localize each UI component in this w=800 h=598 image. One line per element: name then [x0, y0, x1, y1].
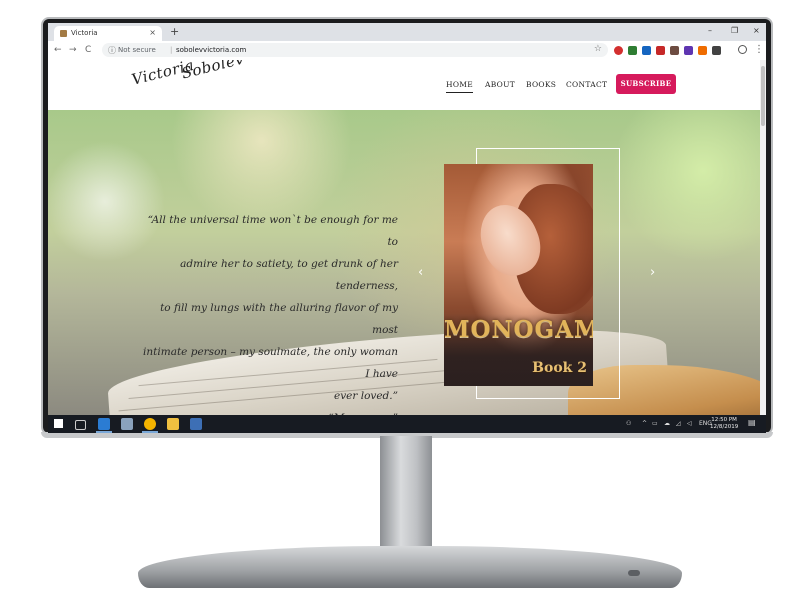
- active-indicator: [96, 431, 112, 433]
- vscode-icon[interactable]: [98, 418, 110, 430]
- extension-brown-icon[interactable]: [670, 46, 679, 55]
- browser-menu-icon[interactable]: ⋮: [754, 44, 764, 55]
- quote-line: to fill my lungs with the alluring flavo…: [160, 302, 398, 336]
- slider-prev-icon[interactable]: ‹: [418, 265, 423, 280]
- task-view-icon[interactable]: [75, 420, 86, 430]
- security-label: Not secure: [118, 46, 156, 54]
- info-icon[interactable]: ⓘ: [108, 45, 116, 56]
- page-scrollbar[interactable]: [760, 60, 766, 415]
- book-subtitle: Book 2: [532, 360, 587, 376]
- monitor-logo: [628, 570, 640, 576]
- quote-line: intimate person – my soulmate, the only …: [143, 346, 398, 380]
- screen: Victoria × + – ❐ × ← → C ⓘ Not secure | …: [48, 23, 766, 433]
- onedrive-icon[interactable]: ☁: [664, 420, 670, 427]
- close-window-button[interactable]: ×: [753, 26, 760, 35]
- browser-tab[interactable]: Victoria ×: [54, 26, 162, 41]
- windows-start-icon[interactable]: [54, 419, 63, 428]
- monitor-stand-base: [138, 546, 682, 588]
- back-button[interactable]: ←: [54, 45, 62, 55]
- quote-line: “All the universal time won`t be enough …: [147, 214, 398, 248]
- clock-date: 12/8/2019: [710, 424, 739, 430]
- tab-title: Victoria: [71, 29, 98, 37]
- show-hidden-icons[interactable]: ^: [642, 420, 647, 427]
- tab-close-icon[interactable]: ×: [149, 28, 156, 37]
- site-favicon-icon: [60, 30, 67, 37]
- extension-red-icon[interactable]: [614, 46, 623, 55]
- hero-quote: “All the universal time won`t be enough …: [140, 209, 398, 415]
- website: Victoria Sobolev HOME ABOUT BOOKS CONTAC…: [48, 60, 760, 415]
- forward-button[interactable]: →: [69, 45, 77, 55]
- app-icon[interactable]: [121, 418, 133, 430]
- site-logo[interactable]: Victoria Sobolev: [130, 60, 246, 89]
- file-explorer-icon[interactable]: [167, 418, 179, 430]
- nav-contact[interactable]: CONTACT: [566, 80, 607, 89]
- maximize-button[interactable]: ❐: [731, 26, 738, 35]
- url-text[interactable]: sobolevvictoria.com: [176, 46, 246, 54]
- active-indicator: [142, 431, 158, 433]
- slider-next-icon[interactable]: ›: [650, 265, 655, 280]
- quote-source: “Monogamy”: [140, 407, 398, 415]
- scrollbar-thumb[interactable]: [761, 66, 765, 126]
- quote-line: ever loved.”: [334, 390, 398, 402]
- subscribe-button[interactable]: SUBSCRIBE: [616, 74, 676, 94]
- extension-gear-icon[interactable]: [712, 46, 721, 55]
- reload-button[interactable]: C: [85, 45, 91, 55]
- browser-tab-bar: Victoria × + – ❐ ×: [48, 23, 766, 41]
- nav-home[interactable]: HOME: [446, 80, 474, 93]
- logo-last-name: Sobolev: [179, 60, 246, 83]
- address-bar[interactable]: ⓘ Not secure | sobolevvictoria.com ☆: [102, 43, 608, 57]
- notification-icon[interactable]: ▤: [748, 418, 756, 427]
- nav-books[interactable]: BOOKS: [526, 80, 556, 89]
- taskbar-clock[interactable]: 12:50 PM 12/8/2019: [710, 417, 738, 431]
- url-separator: |: [170, 46, 173, 54]
- site-header: Victoria Sobolev HOME ABOUT BOOKS CONTAC…: [48, 60, 760, 110]
- clock-time: 12:50 PM: [711, 417, 737, 423]
- extension-orange-icon[interactable]: [698, 46, 707, 55]
- monitor-stand-neck: [380, 436, 432, 550]
- extension-shield-icon[interactable]: [628, 46, 637, 55]
- people-icon[interactable]: ⚇: [626, 420, 631, 427]
- extension-purple-icon[interactable]: [684, 46, 693, 55]
- hero-slider: “All the universal time won`t be enough …: [48, 110, 760, 415]
- app-icon[interactable]: [190, 418, 202, 430]
- minimize-button[interactable]: –: [708, 26, 712, 35]
- nav-about[interactable]: ABOUT: [485, 80, 515, 89]
- network-icon[interactable]: ◿: [676, 420, 681, 427]
- chrome-icon[interactable]: [144, 418, 156, 430]
- browser-toolbar: ← → C ⓘ Not secure | sobolevvictoria.com…: [48, 41, 766, 61]
- account-avatar-icon[interactable]: [738, 45, 747, 54]
- volume-icon[interactable]: ◁: [687, 420, 692, 427]
- extension-translate-icon[interactable]: [642, 46, 651, 55]
- battery-icon[interactable]: ▭: [652, 420, 658, 427]
- extension-pdf-icon[interactable]: [656, 46, 665, 55]
- book-cover[interactable]: MONOGAMY Book 2: [444, 164, 593, 386]
- quote-line: admire her to satiety, to get drunk of h…: [180, 258, 398, 292]
- bookmark-star-icon[interactable]: ☆: [594, 44, 602, 54]
- new-tab-button[interactable]: +: [170, 25, 179, 38]
- windows-taskbar: ⚇ ^ ▭ ☁ ◿ ◁ ENG 12:50 PM 12/8/2019 ▤: [48, 415, 766, 433]
- book-title: MONOGAMY: [444, 316, 593, 343]
